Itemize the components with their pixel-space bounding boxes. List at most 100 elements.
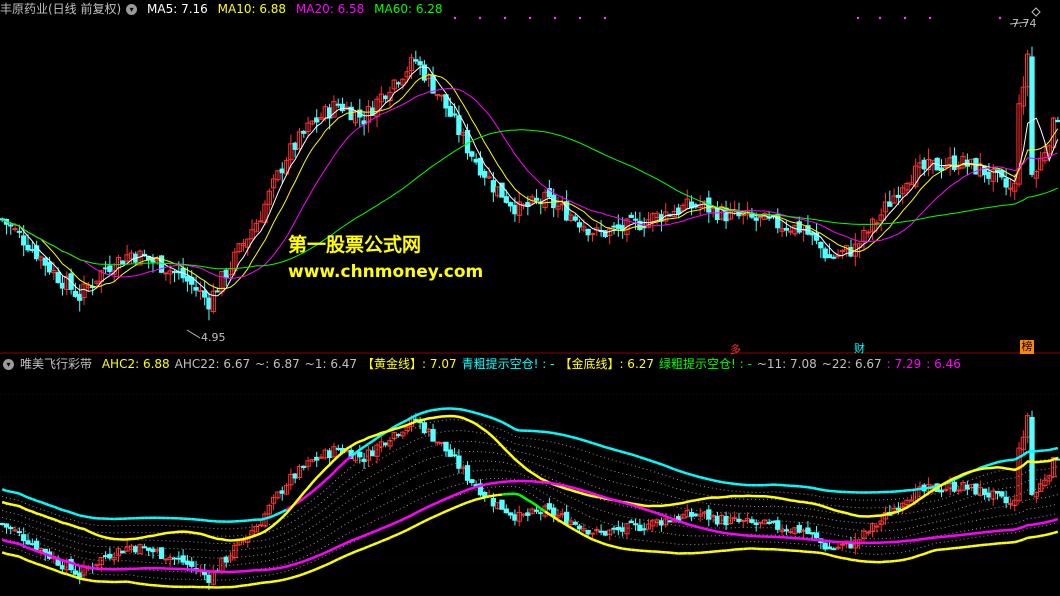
- sub-candle: [943, 488, 949, 491]
- ma20-line: [1, 87, 1059, 280]
- chevron-down-icon[interactable]: ▾: [3, 359, 14, 370]
- upper-band-line: [557, 432, 563, 436]
- sub-candle: [805, 527, 811, 535]
- upper-band-line: [268, 514, 275, 519]
- lower-band-line: [600, 541, 606, 546]
- sub-candle: [171, 557, 178, 560]
- upper-band-line: [661, 463, 667, 468]
- sub-candle: [1029, 417, 1035, 495]
- tilde1-label: ~1: 6.47: [304, 357, 358, 371]
- lower-band-line: [730, 548, 735, 552]
- price-candle: [339, 103, 346, 112]
- lower-band-line: [596, 539, 602, 544]
- upper-band-line: [437, 407, 442, 411]
- upper-band-line: [27, 496, 33, 501]
- price-candle: [809, 232, 815, 236]
- upper-band-line: [648, 458, 654, 463]
- event-marker-duo[interactable]: 多: [730, 341, 741, 357]
- lower-band-line: [415, 522, 421, 527]
- price-candle: [865, 231, 871, 234]
- lower-band-line: [393, 532, 400, 537]
- lower-band-line: [40, 563, 46, 568]
- signal-dot: [998, 16, 1002, 20]
- lower-band-line: [915, 553, 921, 558]
- sub-candle: [533, 509, 540, 512]
- upper-band-line: [458, 407, 464, 412]
- ma60-label: MA60: 6.28: [374, 2, 443, 16]
- lower-band-line: [592, 538, 598, 543]
- price-candle: [171, 270, 178, 273]
- upper-band-line: [669, 466, 675, 471]
- sub-candle: [813, 532, 820, 539]
- sub-candle: [615, 526, 621, 531]
- sub-candle: [395, 433, 402, 436]
- indicator-title[interactable]: 唯美飞行彩带: [20, 357, 92, 371]
- price-candle: [456, 115, 462, 136]
- upper-band-line: [924, 486, 929, 490]
- lower-band-line: [445, 508, 451, 513]
- sub-candle: [981, 488, 988, 496]
- lower-band-line: [324, 562, 331, 567]
- sub-candle: [753, 522, 759, 525]
- upper-band-line: [1036, 449, 1041, 453]
- sub-candle: [628, 520, 634, 524]
- sub-candle: [951, 481, 958, 492]
- upper-band-line: [630, 453, 636, 457]
- upper-band-line: [62, 508, 68, 513]
- event-marker-cai[interactable]: 财: [854, 340, 865, 356]
- upper-band-line: [303, 493, 309, 500]
- price-candle: [986, 171, 992, 179]
- sub-candle: [1003, 496, 1009, 504]
- lower-band-line: [44, 565, 51, 570]
- sub-candle: [8, 527, 14, 530]
- lower-band-line: [238, 584, 244, 588]
- upper-band-line: [613, 448, 619, 453]
- low-pointer: [186, 329, 201, 339]
- price-candle: [8, 224, 14, 227]
- price-candle: [951, 155, 958, 170]
- sub-candle: [619, 527, 626, 532]
- lower-band-line: [967, 545, 972, 549]
- tilde22-label: ~22: 6.67: [821, 357, 882, 371]
- sub-candle: [335, 447, 341, 450]
- chevron-down-icon[interactable]: ▾: [126, 4, 138, 15]
- upper-band-line: [656, 461, 662, 466]
- upper-band-line: [1053, 446, 1059, 451]
- upper-band-line: [53, 505, 59, 510]
- price-candle: [473, 158, 479, 163]
- lower-band-line: [842, 556, 847, 560]
- lower-band-line: [290, 575, 296, 580]
- upper-band-line: [462, 408, 468, 413]
- lower-band-line: [398, 530, 404, 536]
- lower-band-line: [277, 578, 283, 583]
- price-candle: [753, 217, 759, 221]
- sub-candle: [740, 519, 746, 522]
- sub-candle: [986, 492, 992, 498]
- lower-band-line: [144, 583, 149, 587]
- sub-candle: [865, 531, 871, 534]
- upper-band-line: [639, 455, 645, 460]
- event-marker-bang[interactable]: 榜: [1020, 340, 1034, 354]
- watermark-url: www.chnmoney.com: [288, 262, 484, 282]
- upper-band-line: [6, 489, 12, 493]
- upper-band-line: [70, 511, 76, 516]
- magenta-upper-label: : 7.29: [886, 357, 922, 371]
- upper-band-line: [652, 460, 658, 464]
- lower-band-line: [316, 565, 322, 571]
- sub-candle: [464, 465, 471, 481]
- price-candle: [477, 157, 484, 176]
- lower-band-line: [1040, 533, 1046, 538]
- upper-band-line: [372, 436, 378, 443]
- price-candle: [55, 272, 61, 284]
- stock-title[interactable]: 丰原药业(日线 前复权): [0, 2, 121, 16]
- price-candle: [197, 289, 204, 292]
- upper-band-line: [315, 483, 322, 489]
- upper-band-line: [320, 479, 327, 486]
- stock-chart[interactable]: [0, 0, 1060, 596]
- price-candle: [503, 196, 509, 203]
- sub-candle: [503, 508, 509, 514]
- upper-band-line: [419, 411, 425, 415]
- sub-candle: [788, 531, 794, 534]
- upper-band-line: [311, 487, 318, 493]
- price-candle: [335, 103, 341, 106]
